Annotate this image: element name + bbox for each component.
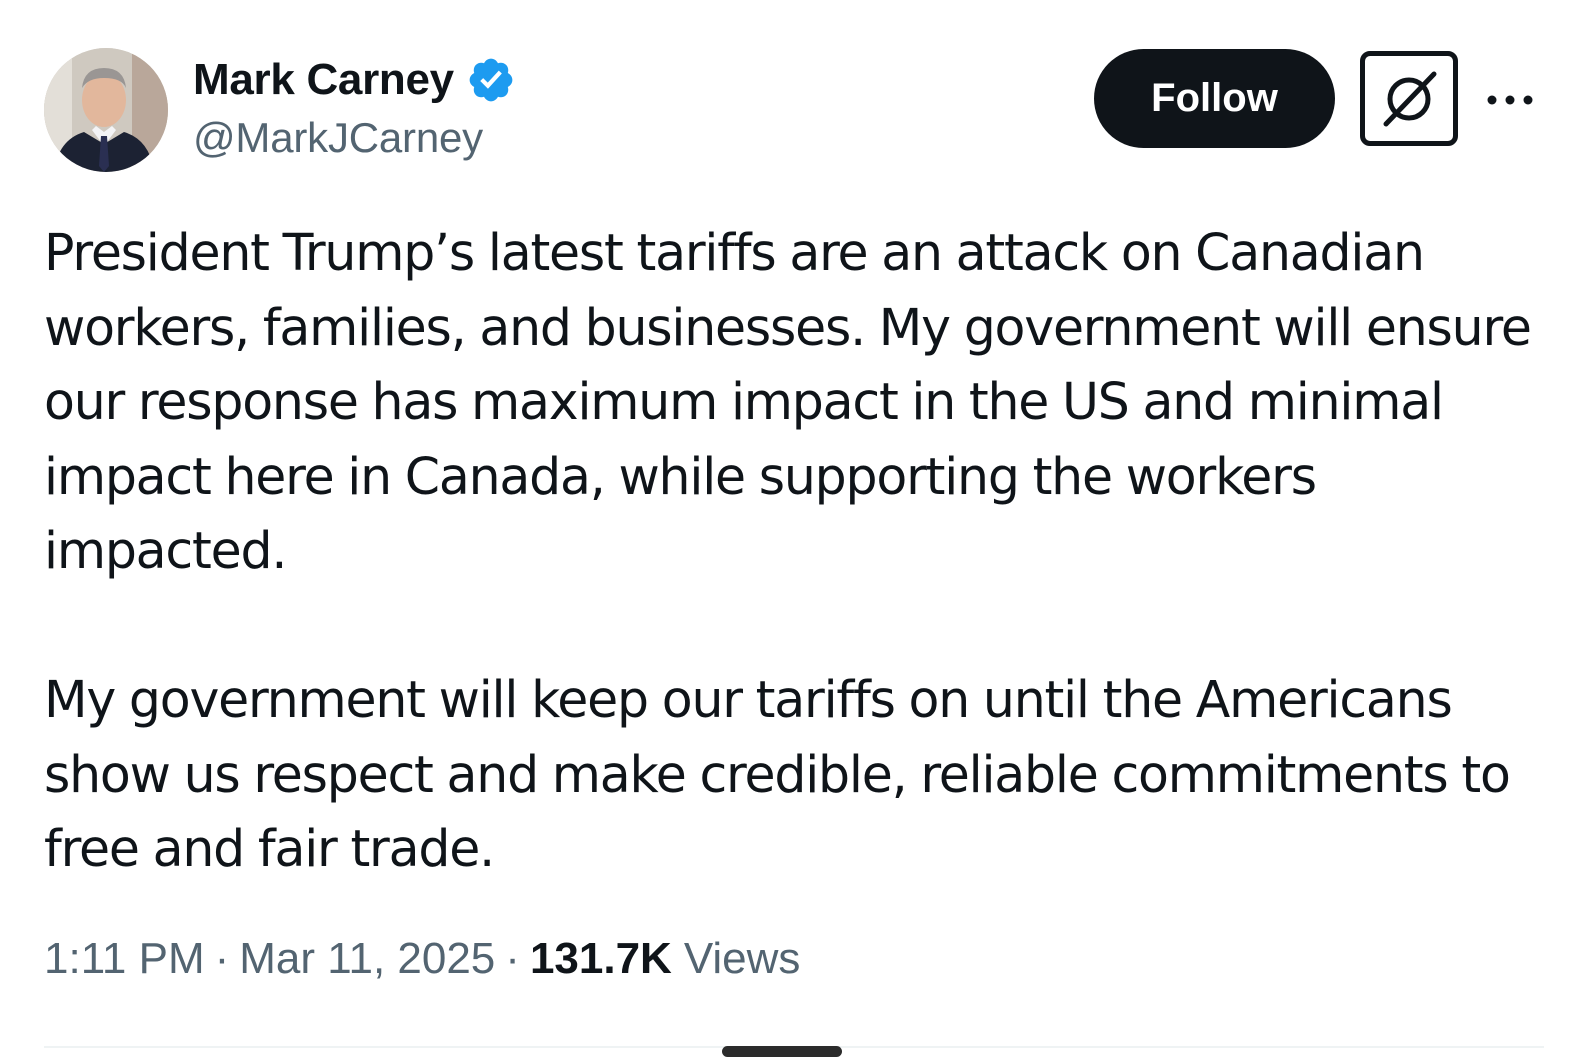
- grok-button[interactable]: [1360, 51, 1458, 146]
- tweet-date[interactable]: Mar 11, 2025: [239, 934, 495, 984]
- more-horizontal-icon: [1487, 95, 1533, 105]
- tweet-card: Mark Carney @MarkJCarney Follow Presiden…: [0, 0, 1576, 1057]
- verified-badge-icon[interactable]: [466, 55, 516, 105]
- follow-button[interactable]: Follow: [1094, 49, 1335, 148]
- tweet-metadata: 1:11 PM · Mar 11, 2025 · 131.7K Views: [44, 934, 800, 984]
- tweet-paragraph: President Trump’s latest tariffs are an …: [44, 223, 1532, 580]
- author-name-row: Mark Carney: [193, 52, 516, 108]
- tweet-paragraph: My government will keep our tariffs on u…: [44, 670, 1511, 878]
- author-display-name[interactable]: Mark Carney: [193, 55, 454, 105]
- person-portrait-icon: [44, 48, 168, 172]
- home-indicator: [722, 1046, 842, 1057]
- more-options-button[interactable]: [1480, 80, 1540, 120]
- tweet-text: President Trump’s latest tariffs are an …: [44, 216, 1544, 887]
- views-count: 131.7K: [529, 934, 672, 983]
- meta-separator: ·: [214, 934, 230, 983]
- author-info: Mark Carney @MarkJCarney: [193, 52, 516, 162]
- grok-icon: [1383, 71, 1437, 126]
- author-handle[interactable]: @MarkJCarney: [193, 114, 516, 162]
- tweet-time[interactable]: 1:11 PM: [44, 934, 205, 984]
- views-label: Views: [683, 934, 801, 983]
- meta-separator: ·: [505, 934, 520, 983]
- author-avatar[interactable]: [44, 48, 168, 172]
